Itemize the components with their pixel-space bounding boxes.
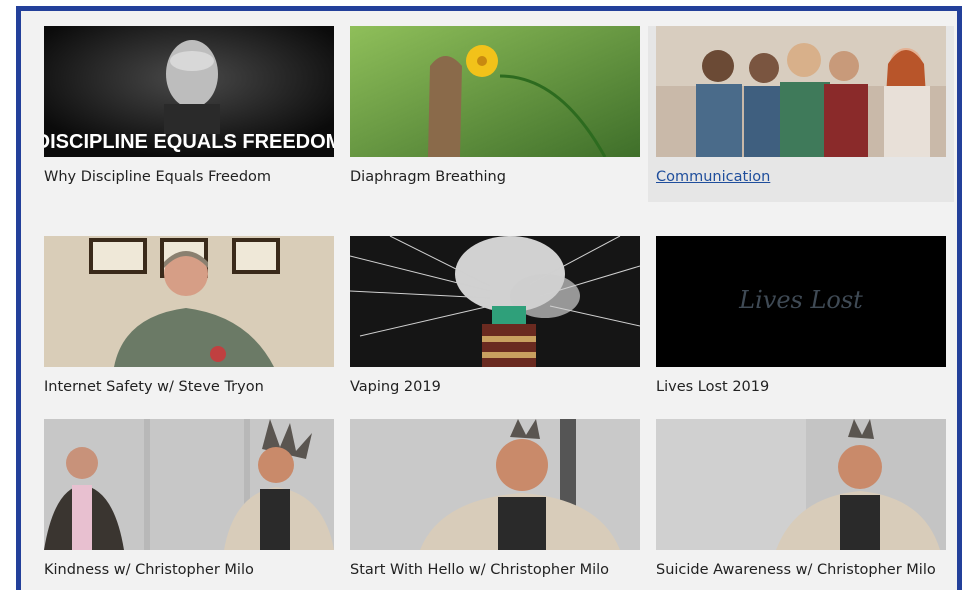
video-thumbnail[interactable] bbox=[44, 419, 334, 550]
video-title[interactable]: Why Discipline Equals Freedom bbox=[44, 169, 340, 185]
video-title-link[interactable]: Communication bbox=[656, 169, 952, 185]
video-thumbnail[interactable] bbox=[350, 419, 640, 550]
thumbnail-overlay-text: DISCIPLINE EQUALS FREEDOM bbox=[44, 131, 334, 153]
video-thumbnail[interactable] bbox=[656, 26, 946, 157]
video-title[interactable]: Kindness w/ Christopher Milo bbox=[44, 562, 340, 578]
video-gallery: DISCIPLINE EQUALS FREEDOM Why Discipline… bbox=[16, 6, 962, 590]
video-tile[interactable]: Kindness w/ Christopher Milo bbox=[36, 419, 342, 589]
video-thumbnail[interactable]: Lives Lost bbox=[656, 236, 946, 367]
video-thumbnail[interactable] bbox=[656, 419, 946, 550]
video-thumbnail[interactable] bbox=[44, 236, 334, 367]
video-tile[interactable]: Suicide Awareness w/ Christopher Milo bbox=[648, 419, 954, 589]
video-tile[interactable]: DISCIPLINE EQUALS FREEDOM Why Discipline… bbox=[36, 26, 342, 196]
video-title[interactable]: Start With Hello w/ Christopher Milo bbox=[350, 562, 646, 578]
video-tile[interactable]: Internet Safety w/ Steve Tryon bbox=[36, 236, 342, 406]
thumbnail-overlay-text: Lives Lost bbox=[738, 286, 863, 314]
video-thumbnail[interactable] bbox=[350, 236, 640, 367]
video-tile[interactable]: Vaping 2019 bbox=[342, 236, 648, 406]
video-thumbnail[interactable]: DISCIPLINE EQUALS FREEDOM bbox=[44, 26, 334, 157]
video-title[interactable]: Vaping 2019 bbox=[350, 379, 646, 395]
video-tile[interactable]: Lives Lost Lives Lost 2019 bbox=[648, 236, 954, 406]
video-tile[interactable]: Diaphragm Breathing bbox=[342, 26, 648, 196]
video-title[interactable]: Lives Lost 2019 bbox=[656, 379, 952, 395]
video-tile[interactable]: Start With Hello w/ Christopher Milo bbox=[342, 419, 648, 589]
video-title[interactable]: Internet Safety w/ Steve Tryon bbox=[44, 379, 340, 395]
video-title[interactable]: Diaphragm Breathing bbox=[350, 169, 646, 185]
video-thumbnail[interactable] bbox=[350, 26, 640, 157]
video-tile[interactable]: Communication bbox=[648, 26, 954, 202]
video-title[interactable]: Suicide Awareness w/ Christopher Milo bbox=[656, 562, 952, 578]
